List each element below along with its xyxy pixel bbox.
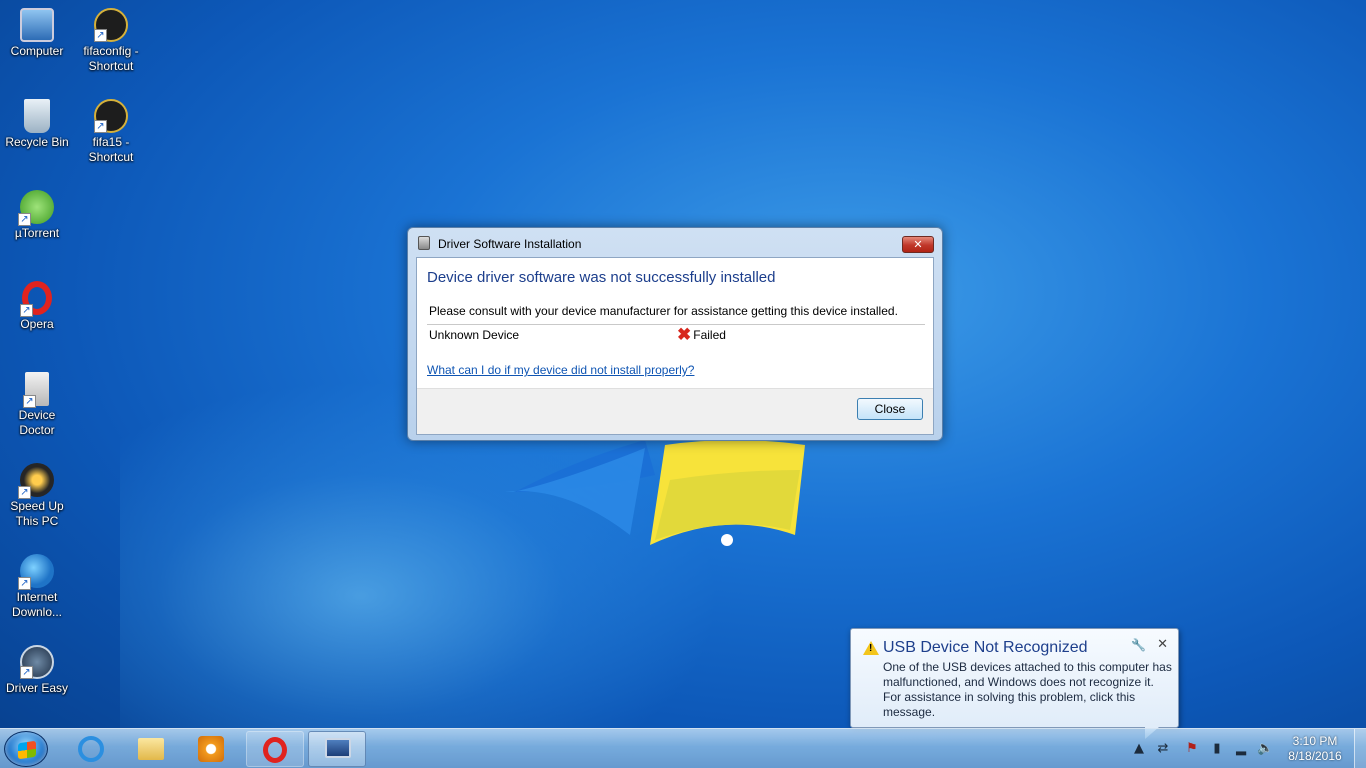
desktop-icon-label: fifaconfig - Shortcut bbox=[83, 44, 139, 73]
windows-logo-wallpaper bbox=[505, 440, 805, 546]
shortcut-arrow-icon: ↗ bbox=[20, 304, 33, 317]
desktop-icon-device-doctor[interactable]: ↗ Device Doctor bbox=[0, 368, 74, 438]
utorrent-icon: ↗ bbox=[18, 190, 54, 226]
taskbar-item-windows-explorer[interactable] bbox=[122, 731, 180, 767]
network-signal-icon[interactable]: ▂ bbox=[1233, 741, 1249, 757]
show-desktop-button[interactable] bbox=[1354, 729, 1366, 768]
dialog-message: Please consult with your device manufact… bbox=[429, 304, 898, 318]
help-link[interactable]: What can I do if my device did not insta… bbox=[427, 363, 694, 377]
failed-icon: ✖ bbox=[677, 325, 692, 344]
desktop-icon-computer[interactable]: Computer bbox=[0, 4, 74, 59]
settings-wrench-icon[interactable]: 🔧 bbox=[1131, 638, 1146, 652]
desktop-icon-recycle-bin[interactable]: Recycle Bin bbox=[0, 95, 74, 150]
desktop-icon-label: Driver Easy bbox=[5, 681, 68, 695]
device-name: Unknown Device bbox=[429, 328, 520, 342]
device-installation-icon bbox=[418, 236, 430, 250]
desktop-icon-label: µTorrent bbox=[14, 226, 60, 240]
driver-installation-dialog: Driver Software Installation ✕ Device dr… bbox=[407, 227, 943, 441]
notification-close-button[interactable]: ✕ bbox=[1157, 636, 1168, 652]
fifa15-icon: ↗ bbox=[94, 99, 128, 133]
desktop-icon-label: Device Doctor bbox=[18, 408, 56, 437]
opera-icon: ↗ bbox=[20, 281, 52, 317]
desktop-icon-label: Opera bbox=[20, 317, 54, 331]
folder-icon bbox=[138, 738, 164, 760]
shortcut-arrow-icon: ↗ bbox=[23, 395, 36, 408]
dialog-titlebar[interactable]: Driver Software Installation ✕ bbox=[408, 228, 942, 256]
notification-message: One of the USB devices attached to this … bbox=[883, 660, 1172, 719]
desktop-icon-label: fifa15 - Shortcut bbox=[88, 135, 134, 164]
power-icon[interactable]: ▮ bbox=[1209, 741, 1225, 757]
shortcut-arrow-icon: ↗ bbox=[20, 666, 33, 679]
opera-icon bbox=[263, 737, 287, 763]
install-status: ✖ Failed bbox=[677, 325, 726, 344]
taskbar-item-driver-installation[interactable] bbox=[308, 731, 366, 767]
shortcut-arrow-icon: ↗ bbox=[18, 486, 31, 499]
desktop-icon-speed-up[interactable]: ↗ Speed Up This PC bbox=[0, 459, 74, 529]
device-doctor-icon: ↗ bbox=[23, 372, 49, 408]
dialog-body: Device driver software was not successfu… bbox=[416, 257, 934, 435]
speed-up-icon: ↗ bbox=[18, 463, 54, 499]
start-button[interactable] bbox=[4, 731, 48, 767]
desktop-icon-utorrent[interactable]: ↗ µTorrent bbox=[0, 186, 74, 241]
desktop-icon-label: Computer bbox=[10, 44, 64, 58]
usb-icon[interactable]: ⇄ bbox=[1155, 741, 1171, 757]
desktop-icon-internet-download[interactable]: ↗ Internet Downlo... bbox=[0, 550, 74, 620]
system-clock[interactable]: 3:10 PM 8/18/2016 bbox=[1280, 734, 1350, 764]
desktop-icon-label: Recycle Bin bbox=[5, 135, 69, 149]
dialog-heading: Device driver software was not successfu… bbox=[427, 269, 776, 286]
desktop-icon-label: Speed Up This PC bbox=[10, 499, 64, 528]
shortcut-arrow-icon: ↗ bbox=[94, 120, 107, 133]
notification-title: USB Device Not Recognized bbox=[883, 639, 1088, 656]
status-text: Failed bbox=[693, 328, 726, 342]
warning-icon: ! bbox=[863, 641, 879, 655]
usb-notification-balloon[interactable]: ! USB Device Not Recognized 🔧 ✕ One of t… bbox=[850, 628, 1179, 739]
internet-explorer-icon bbox=[78, 736, 104, 762]
desktop-icon-fifaconfig[interactable]: ↗ fifaconfig - Shortcut bbox=[74, 4, 148, 74]
windows-flag-icon bbox=[18, 740, 36, 760]
taskbar: ▲ ⇄ ⚑ ▮ ▂ 🔈 3:10 PM 8/18/2016 bbox=[0, 728, 1366, 768]
taskbar-item-internet-explorer[interactable] bbox=[62, 731, 120, 767]
divider bbox=[427, 324, 925, 325]
shortcut-arrow-icon: ↗ bbox=[18, 577, 31, 590]
computer-icon bbox=[20, 8, 54, 42]
device-installation-icon bbox=[325, 738, 351, 758]
fifa15-icon: ↗ bbox=[94, 8, 128, 42]
desktop-icon-fifa15[interactable]: ↗ fifa15 - Shortcut bbox=[74, 95, 148, 165]
taskbar-item-opera[interactable] bbox=[246, 731, 304, 767]
dialog-title: Driver Software Installation bbox=[438, 237, 582, 251]
driver-easy-icon: ↗ bbox=[20, 645, 54, 679]
clock-time: 3:10 PM bbox=[1292, 734, 1338, 748]
desktop-icon-opera[interactable]: ↗ Opera bbox=[0, 277, 74, 332]
desktop-icon-driver-easy[interactable]: ↗ Driver Easy bbox=[0, 641, 74, 696]
dialog-close-x-button[interactable]: ✕ bbox=[902, 236, 934, 253]
internet-download-manager-icon: ↗ bbox=[18, 554, 54, 590]
close-button[interactable]: Close bbox=[857, 398, 923, 420]
dialog-footer: Close bbox=[417, 388, 933, 434]
taskbar-item-media-player[interactable] bbox=[182, 731, 240, 767]
volume-icon[interactable]: 🔈 bbox=[1257, 741, 1273, 757]
recycle-bin-icon bbox=[24, 99, 50, 133]
clock-date: 8/18/2016 bbox=[1288, 749, 1342, 763]
desktop-icon-label: Internet Downlo... bbox=[11, 590, 63, 619]
media-player-icon bbox=[198, 736, 224, 762]
shortcut-arrow-icon: ↗ bbox=[18, 213, 31, 226]
show-hidden-icons-chevron-icon[interactable]: ▲ bbox=[1131, 741, 1147, 757]
shortcut-arrow-icon: ↗ bbox=[94, 29, 107, 42]
action-center-flag-icon[interactable]: ⚑ bbox=[1184, 741, 1200, 757]
